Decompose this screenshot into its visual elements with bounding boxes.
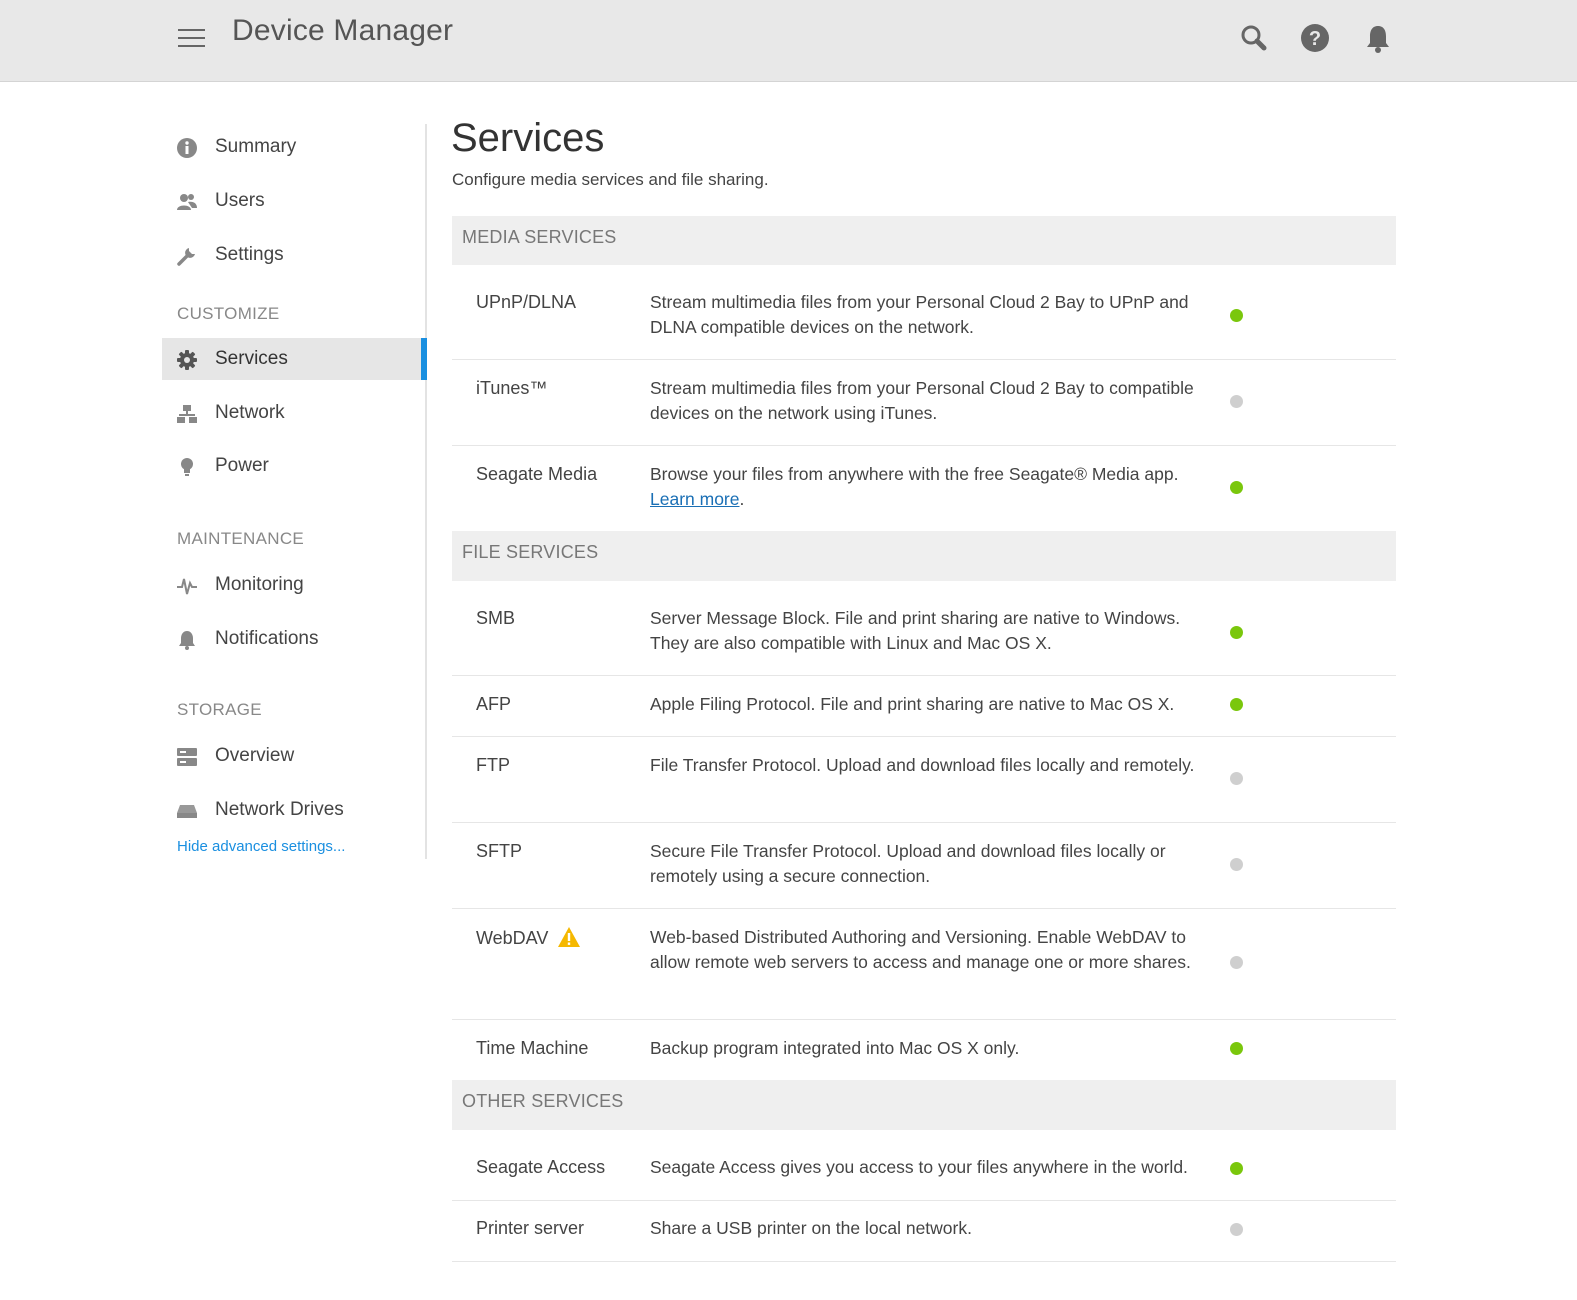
section-header-other: OTHER SERVICES [452, 1080, 1396, 1130]
sidebar-item-settings[interactable]: Settings [162, 234, 425, 276]
sidebar: Summary Users Settings CUSTOMIZE Service… [162, 124, 427, 859]
status-on-icon[interactable] [1230, 1042, 1243, 1055]
service-row-printer-server[interactable]: Printer server Share a USB printer on th… [452, 1201, 1396, 1262]
service-name: Printer server [476, 1218, 585, 1238]
sidebar-item-overview[interactable]: Overview [162, 735, 425, 777]
status-off-icon[interactable] [1230, 772, 1243, 785]
service-name: Seagate Media [476, 464, 598, 484]
svg-text:?: ? [1309, 28, 1321, 50]
sidebar-item-label: Users [215, 190, 265, 211]
status-off-icon[interactable] [1230, 956, 1243, 969]
service-description: Share a USB printer on the local network… [650, 1218, 972, 1238]
sidebar-item-label: Summary [215, 136, 297, 157]
service-name: Seagate Access [476, 1157, 606, 1177]
sidebar-item-power[interactable]: Power [162, 445, 425, 487]
service-name: Time Machine [476, 1038, 589, 1058]
status-on-icon[interactable] [1230, 481, 1243, 494]
help-icon[interactable]: ? [1299, 22, 1331, 54]
service-row-seagate-media[interactable]: Seagate Media Browse your files from any… [452, 446, 1396, 531]
service-description: Server Message Block. File and print sha… [650, 608, 1181, 653]
status-on-icon[interactable] [1230, 309, 1243, 322]
service-row-seagate-access[interactable]: Seagate Access Seagate Access gives you … [452, 1130, 1396, 1201]
page-title: Services [451, 116, 605, 160]
service-name: UPnP/DLNA [476, 292, 577, 312]
gear-icon [177, 350, 197, 370]
info-icon [177, 138, 197, 158]
sidebar-item-users[interactable]: Users [162, 180, 425, 222]
service-description: Stream multimedia files from your Person… [650, 292, 1189, 337]
service-description: Apple Filing Protocol. File and print sh… [650, 694, 1175, 714]
service-row-smb[interactable]: SMB Server Message Block. File and print… [452, 581, 1396, 676]
warning-icon [558, 927, 581, 947]
sidebar-item-label: Network Drives [215, 799, 344, 820]
services-list: MEDIA SERVICES UPnP/DLNA Stream multimed… [452, 216, 1396, 1262]
status-off-icon[interactable] [1230, 858, 1243, 871]
service-description: Backup program integrated into Mac OS X … [650, 1038, 1020, 1058]
bulb-icon [181, 458, 193, 476]
service-name-text: WebDAV [476, 928, 549, 948]
section-header-file: FILE SERVICES [452, 531, 1396, 581]
service-description: Seagate Access gives you access to your … [650, 1157, 1188, 1177]
bell-icon[interactable] [1362, 22, 1394, 54]
menu-icon[interactable] [178, 26, 205, 50]
service-description-text: Browse your files from anywhere with the… [650, 464, 1179, 484]
pulse-icon [177, 578, 197, 595]
sidebar-item-notifications[interactable]: Notifications [162, 618, 425, 660]
sidebar-item-summary[interactable]: Summary [162, 126, 425, 168]
section-heading-customize: CUSTOMIZE [177, 304, 280, 323]
sidebar-item-monitoring[interactable]: Monitoring [162, 564, 425, 606]
users-icon [177, 194, 197, 210]
sidebar-item-network[interactable]: Network [162, 392, 425, 434]
service-row-sftp[interactable]: SFTP Secure File Transfer Protocol. Uplo… [452, 823, 1396, 909]
drive-icon [177, 805, 197, 818]
sidebar-item-label: Notifications [215, 628, 319, 649]
section-heading-storage: STORAGE [177, 700, 262, 719]
sidebar-item-label: Monitoring [215, 574, 304, 595]
bell-icon [179, 631, 195, 650]
service-description: Stream multimedia files from your Person… [650, 378, 1194, 423]
sidebar-item-services[interactable]: Services [162, 338, 427, 380]
service-description: Web-based Distributed Authoring and Vers… [650, 927, 1191, 972]
status-on-icon[interactable] [1230, 698, 1243, 711]
sidebar-item-label: Power [215, 455, 269, 476]
service-name: SMB [476, 608, 516, 628]
service-name: AFP [476, 694, 512, 714]
section-heading-maintenance: MAINTENANCE [177, 529, 305, 548]
service-description: File Transfer Protocol. Upload and downl… [650, 755, 1195, 775]
status-on-icon[interactable] [1230, 626, 1243, 639]
network-icon [177, 405, 197, 423]
service-name: iTunes™ [476, 378, 548, 398]
status-off-icon[interactable] [1230, 395, 1243, 408]
service-row-webdav[interactable]: WebDAV Web-based Distributed Authoring a… [452, 909, 1396, 1020]
service-description: Browse your files from anywhere with the… [650, 464, 1179, 509]
sidebar-item-label: Settings [215, 244, 284, 265]
service-row-upnp[interactable]: UPnP/DLNA Stream multimedia files from y… [452, 265, 1396, 360]
app-title: Device Manager [232, 14, 454, 47]
top-bar: Device Manager ? [0, 0, 1577, 82]
service-row-itunes[interactable]: iTunes™ Stream multimedia files from you… [452, 360, 1396, 446]
service-row-time-machine[interactable]: Time Machine Backup program integrated i… [452, 1020, 1396, 1080]
service-description: Secure File Transfer Protocol. Upload an… [650, 841, 1166, 886]
status-on-icon[interactable] [1230, 1162, 1243, 1175]
service-name: WebDAV [476, 926, 581, 949]
page-subtitle: Configure media services and file sharin… [452, 170, 769, 189]
service-row-ftp[interactable]: FTP File Transfer Protocol. Upload and d… [452, 737, 1396, 823]
sidebar-item-label: Overview [215, 745, 295, 766]
sidebar-item-label: Services [215, 348, 288, 369]
service-name: FTP [476, 755, 510, 775]
sidebar-item-label: Network [215, 402, 285, 423]
storage-icon [177, 748, 197, 766]
section-header-media: MEDIA SERVICES [452, 216, 1396, 265]
sidebar-item-network-drives[interactable]: Network Drives [162, 789, 425, 831]
status-off-icon[interactable] [1230, 1223, 1243, 1236]
service-name: SFTP [476, 841, 523, 861]
hide-advanced-settings-link[interactable]: Hide advanced settings... [177, 838, 345, 855]
service-row-afp[interactable]: AFP Apple Filing Protocol. File and prin… [452, 676, 1396, 737]
wrench-icon [177, 248, 195, 266]
search-icon[interactable] [1238, 22, 1270, 54]
learn-more-link[interactable]: Learn more [650, 489, 740, 509]
